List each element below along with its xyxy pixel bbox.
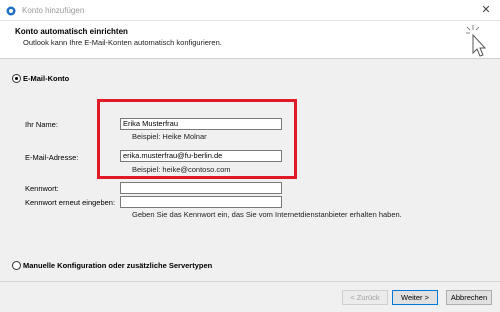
window-title: Konto hinzufügen [22, 6, 85, 15]
next-button[interactable]: Weiter > [392, 290, 438, 305]
footer-divider [0, 281, 500, 282]
back-button[interactable]: < Zurück [342, 290, 388, 305]
header-subtitle: Outlook kann Ihre E-Mail-Konten automati… [23, 38, 222, 47]
name-example: Beispiel: Heike Molnar [132, 132, 207, 141]
email-example: Beispiel: heike@contoso.com [132, 165, 231, 174]
password-confirm-label: Kennwort erneut eingeben: [25, 198, 116, 207]
cancel-button[interactable]: Abbrechen [446, 290, 492, 305]
email-account-label: E-Mail-Konto [23, 74, 70, 83]
manual-config-radio[interactable] [12, 261, 21, 270]
title-bar: Konto hinzufügen ✕ [0, 0, 500, 21]
password-field[interactable] [120, 182, 282, 194]
name-field[interactable]: Erika Musterfrau [120, 118, 282, 130]
email-field[interactable]: erika.musterfrau@fu-berlin.de [120, 150, 282, 162]
click-cursor-icon [466, 25, 487, 57]
password-confirm-field[interactable] [120, 196, 282, 208]
outlook-icon [6, 6, 16, 16]
header-title: Konto automatisch einrichten [15, 27, 128, 36]
name-label: Ihr Name: [25, 120, 58, 129]
wizard-header: Konto automatisch einrichten Outlook kan… [0, 21, 500, 59]
email-account-radio[interactable] [12, 74, 21, 83]
email-label: E-Mail-Adresse: [25, 153, 79, 162]
manual-config-label: Manuelle Konfiguration oder zusätzliche … [23, 261, 213, 270]
password-hint: Geben Sie das Kennwort ein, das Sie vom … [132, 210, 402, 219]
password-label: Kennwort: [25, 184, 59, 193]
close-icon[interactable]: ✕ [478, 3, 494, 17]
